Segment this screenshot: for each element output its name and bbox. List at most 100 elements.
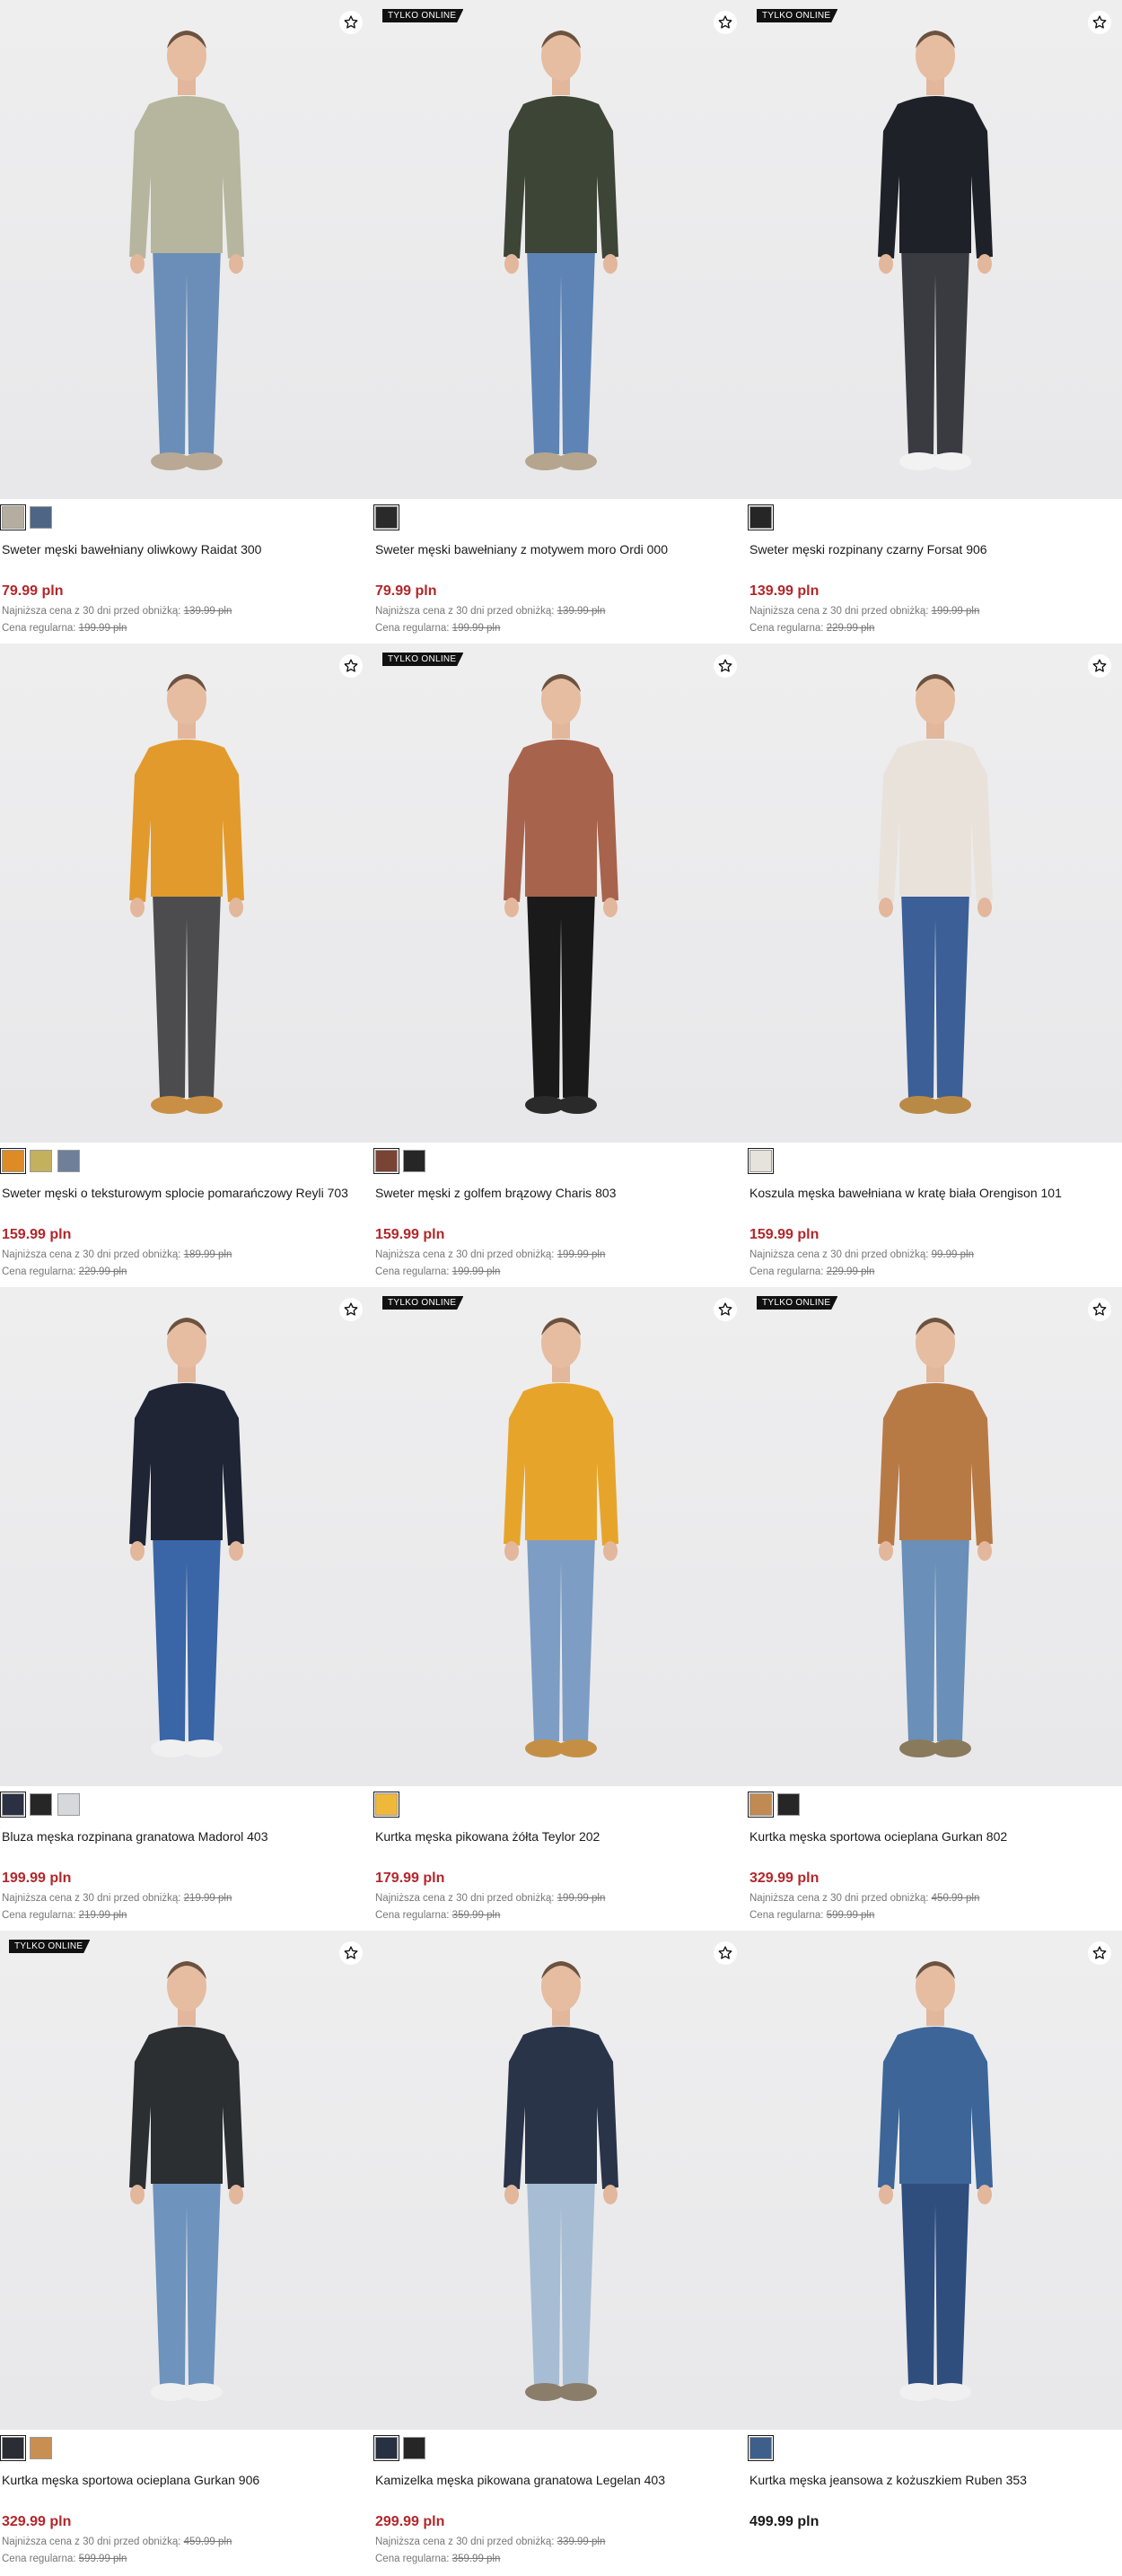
color-swatch[interactable] <box>403 2436 425 2459</box>
product-name[interactable]: Kurtka męska jeansowa z kożuszkiem Ruben… <box>749 2473 1122 2491</box>
lowest-price-info: Najniższa cena z 30 dni przed obniżką: 4… <box>749 1890 1122 1907</box>
color-swatch[interactable] <box>30 2436 52 2459</box>
product-name[interactable]: Sweter męski o teksturowym splocie pomar… <box>2 1186 373 1204</box>
color-swatch[interactable] <box>0 2434 26 2461</box>
color-swatch[interactable] <box>373 504 399 530</box>
product-photo[interactable] <box>0 1287 373 1786</box>
lowest-price-info: Najniższa cena z 30 dni przed obniżką: 1… <box>375 1890 748 1907</box>
color-swatches <box>748 504 1122 530</box>
color-swatch[interactable] <box>30 1149 52 1172</box>
favorite-button[interactable] <box>339 1298 363 1321</box>
favorite-button[interactable] <box>1088 11 1111 34</box>
favorite-button[interactable] <box>339 11 363 34</box>
lowest-price-value: 450.99 pln <box>931 1893 980 1904</box>
regular-price-label: Cena regularna: <box>749 623 827 634</box>
color-swatch[interactable] <box>373 1147 399 1174</box>
product-photo[interactable] <box>0 0 373 499</box>
product-photo[interactable]: TYLKO ONLINE <box>748 1287 1122 1786</box>
product-photo[interactable] <box>373 1931 748 2430</box>
product-card[interactable]: Bluza męska rozpinana granatowa Madorol … <box>0 1287 373 1931</box>
product-card[interactable]: Sweter męski bawełniany oliwkowy Raidat … <box>0 0 373 644</box>
favorite-button[interactable] <box>714 1298 737 1321</box>
color-swatch[interactable] <box>748 1147 774 1174</box>
product-card[interactable]: TYLKO ONLINE Kurtka męska pikowana żółta … <box>373 1287 748 1931</box>
model-figure <box>503 31 618 470</box>
favorite-button[interactable] <box>714 1941 737 1965</box>
product-photo[interactable]: TYLKO ONLINE <box>373 1287 748 1786</box>
product-card[interactable]: TYLKO ONLINE Sweter męski bawełniany z mo… <box>373 0 748 644</box>
color-swatch[interactable] <box>403 1149 425 1172</box>
model-figure <box>877 674 993 1114</box>
color-swatch[interactable] <box>30 1792 52 1816</box>
lowest-price-label: Najniższa cena z 30 dni przed obniżką: <box>2 1893 184 1904</box>
color-swatch[interactable] <box>57 1149 80 1172</box>
product-name[interactable]: Bluza męska rozpinana granatowa Madorol … <box>2 1829 373 1847</box>
product-name[interactable]: Kurtka męska pikowana żółta Teylor 202 <box>375 1829 748 1847</box>
product-card[interactable]: TYLKO ONLINE Kurtka męska sportowa ociepl… <box>748 1287 1122 1931</box>
star-icon <box>1092 1302 1107 1316</box>
favorite-button[interactable] <box>714 11 737 34</box>
color-swatch[interactable] <box>373 1791 399 1818</box>
product-price: 499.99 pln <box>749 2514 820 2529</box>
favorite-button[interactable] <box>339 1941 363 1965</box>
color-swatch[interactable] <box>748 504 774 530</box>
lowest-price-label: Najniższa cena z 30 dni przed obniżką: <box>2 606 184 617</box>
color-swatch[interactable] <box>748 2434 774 2461</box>
product-name[interactable]: Kurtka męska sportowa ocieplana Gurkan 9… <box>2 2473 373 2491</box>
color-swatch[interactable] <box>373 2434 399 2461</box>
regular-price-label: Cena regularna: <box>2 1910 79 1921</box>
favorite-button[interactable] <box>1088 654 1111 678</box>
lowest-price-info: Najniższa cena z 30 dni przed obniżką: 3… <box>375 2534 748 2551</box>
color-swatch[interactable] <box>748 1791 774 1818</box>
color-swatch[interactable] <box>57 1792 80 1816</box>
lowest-price-value: 199.99 pln <box>557 1893 606 1904</box>
favorite-button[interactable] <box>714 654 737 678</box>
color-swatch[interactable] <box>30 505 52 529</box>
star-icon <box>718 1946 732 1959</box>
regular-price-info: Cena regularna: 229.99 pln <box>2 1264 373 1281</box>
product-name[interactable]: Koszula męska bawełniana w kratę biała O… <box>749 1186 1122 1204</box>
product-name[interactable]: Kurtka męska sportowa ocieplana Gurkan 8… <box>749 1829 1122 1847</box>
product-photo[interactable]: TYLKO ONLINE <box>748 0 1122 499</box>
product-card[interactable]: Sweter męski o teksturowym splocie pomar… <box>0 644 373 1287</box>
product-photo[interactable]: TYLKO ONLINE <box>373 0 748 499</box>
lowest-price-value: 219.99 pln <box>183 1893 232 1904</box>
model-figure <box>129 674 244 1114</box>
color-swatch[interactable] <box>0 1147 26 1174</box>
lowest-price-value: 139.99 pln <box>557 606 606 617</box>
favorite-button[interactable] <box>1088 1941 1111 1965</box>
lowest-price-value: 459.99 pln <box>183 2537 232 2547</box>
favorite-button[interactable] <box>1088 1298 1111 1321</box>
product-name[interactable]: Sweter męski z golfem brązowy Charis 803 <box>375 1186 748 1204</box>
color-swatches <box>373 504 748 530</box>
lowest-price-value: 199.99 pln <box>931 606 980 617</box>
product-name[interactable]: Kamizelka męska pikowana granatowa Legel… <box>375 2473 748 2491</box>
product-price: 159.99 pln <box>2 1227 72 1242</box>
star-icon <box>1092 15 1107 29</box>
product-photo[interactable] <box>748 644 1122 1143</box>
star-icon <box>344 1302 358 1316</box>
color-swatch[interactable] <box>0 1791 26 1818</box>
lowest-price-info: Najniższa cena z 30 dni przed obniżką: 1… <box>375 603 748 620</box>
product-card[interactable]: Koszula męska bawełniana w kratę biała O… <box>748 644 1122 1287</box>
product-name[interactable]: Sweter męski bawełniany z motywem moro O… <box>375 542 748 560</box>
star-icon <box>344 15 358 29</box>
product-card[interactable]: Kamizelka męska pikowana granatowa Legel… <box>373 1931 748 2574</box>
regular-price-info: Cena regularna: 599.99 pln <box>2 2551 373 2568</box>
product-photo[interactable]: TYLKO ONLINE <box>373 644 748 1143</box>
product-name[interactable]: Sweter męski rozpinany czarny Forsat 906 <box>749 542 1122 560</box>
color-swatch[interactable] <box>777 1792 800 1816</box>
product-photo[interactable]: TYLKO ONLINE <box>0 1931 373 2430</box>
product-name[interactable]: Sweter męski bawełniany oliwkowy Raidat … <box>2 542 373 560</box>
favorite-button[interactable] <box>339 654 363 678</box>
star-icon <box>718 15 732 29</box>
lowest-price-info: Najniższa cena z 30 dni przed obniżką: 4… <box>2 2534 373 2551</box>
product-card[interactable]: TYLKO ONLINE Sweter męski rozpinany czarn… <box>748 0 1122 644</box>
product-card[interactable]: TYLKO ONLINE Kurtka męska sportowa ociepl… <box>0 1931 373 2574</box>
lowest-price-label: Najniższa cena z 30 dni przed obniżką: <box>2 2537 184 2547</box>
color-swatch[interactable] <box>0 504 26 530</box>
product-card[interactable]: TYLKO ONLINE Sweter męski z golfem brązow… <box>373 644 748 1287</box>
product-card[interactable]: Kurtka męska jeansowa z kożuszkiem Ruben… <box>748 1931 1122 2574</box>
product-photo[interactable] <box>0 644 373 1143</box>
product-photo[interactable] <box>748 1931 1122 2430</box>
